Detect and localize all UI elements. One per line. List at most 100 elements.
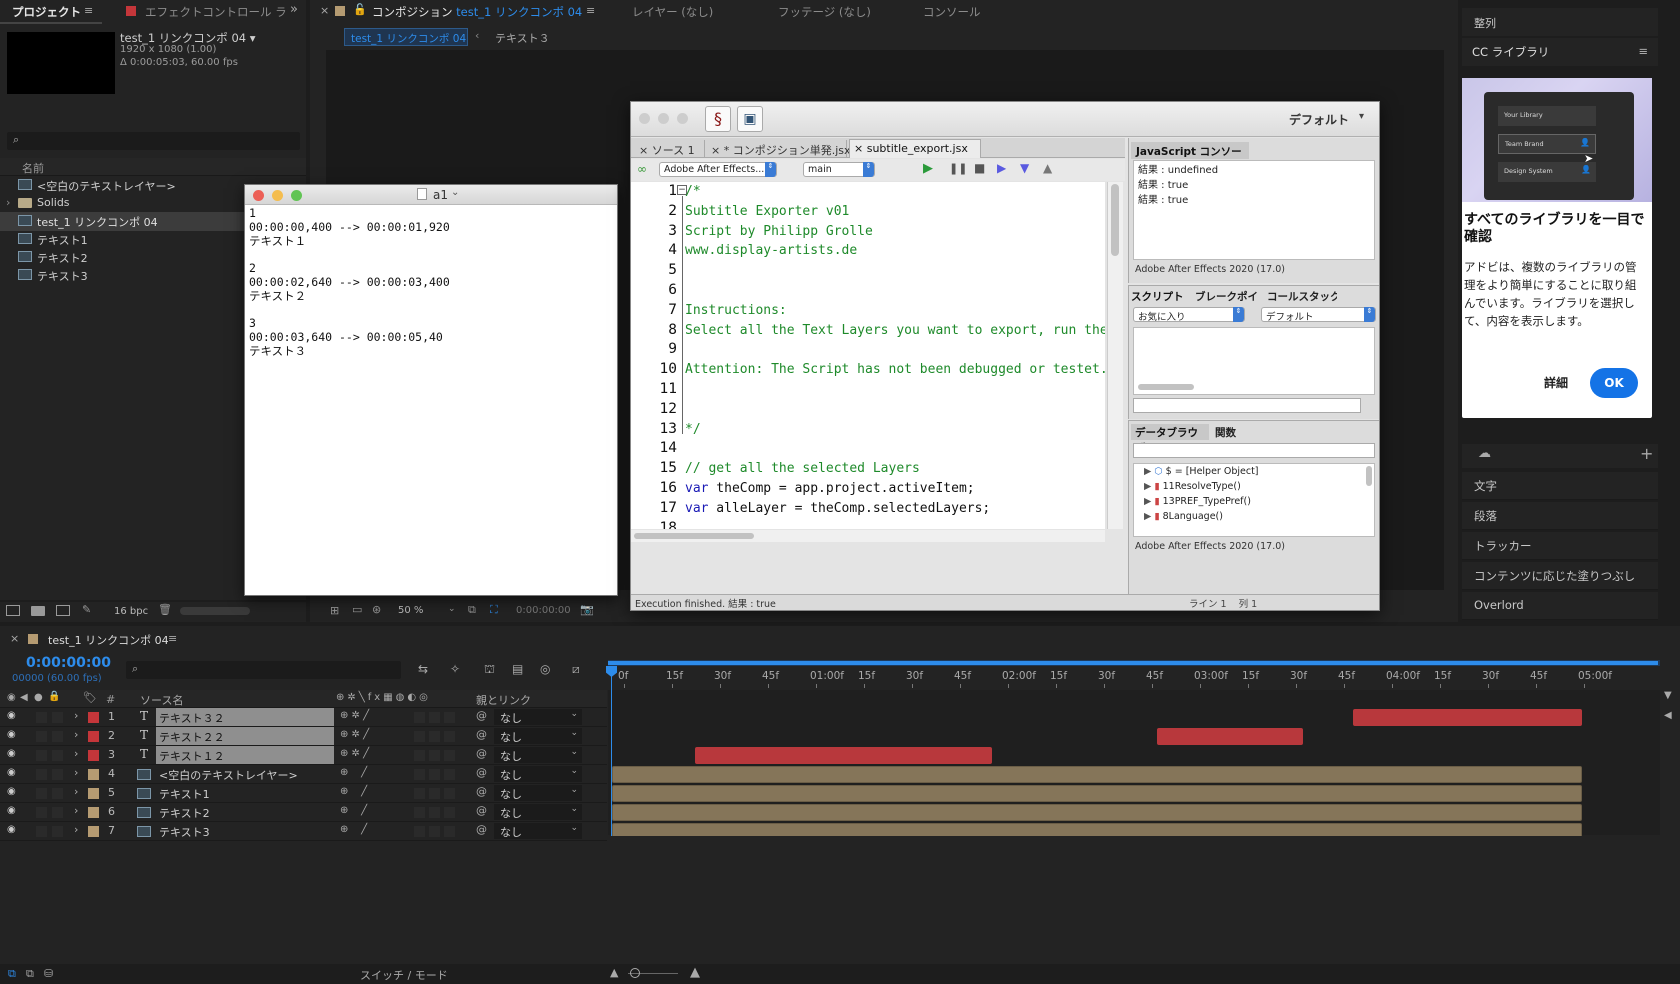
switch-icons[interactable]: ⊕ ✲ ╱ xyxy=(340,748,369,759)
frame-blend-icon[interactable]: ▤ xyxy=(512,662,523,676)
script-filter-input[interactable] xyxy=(1133,398,1361,413)
bpc-label[interactable]: 16 bpc xyxy=(114,606,148,617)
code-vscrollbar[interactable] xyxy=(1107,182,1123,529)
doc-tab-source1[interactable]: × ソース 1 xyxy=(635,140,705,158)
eye-icon[interactable]: ◉ xyxy=(7,692,16,703)
panel-tracker[interactable]: トラッカー xyxy=(1462,532,1658,560)
project-scrollbar[interactable] xyxy=(180,607,250,615)
monitor-icon[interactable]: ▭ xyxy=(352,603,362,616)
menu-icon[interactable]: ≡ xyxy=(1638,44,1648,58)
chevron-down-icon[interactable]: ⌄ xyxy=(451,187,459,198)
tab-project[interactable]: プロジェクト xyxy=(12,4,81,20)
chevron-right-icon[interactable]: › xyxy=(74,785,78,798)
layer-duration-bar[interactable] xyxy=(612,785,1582,802)
lock-toggle[interactable] xyxy=(52,788,63,799)
script-list[interactable] xyxy=(1133,327,1375,395)
solo-toggle[interactable] xyxy=(36,826,47,837)
layer-duration-bar[interactable] xyxy=(612,766,1582,783)
label-color-swatch[interactable] xyxy=(88,788,99,799)
zoom-window-button[interactable] xyxy=(677,113,688,124)
pickwhip-icon[interactable]: @ xyxy=(476,728,487,741)
mask-icon[interactable]: ⊛ xyxy=(372,603,381,616)
layer-row[interactable]: ◉ › 5 テキスト1 ⊕ ╱ @ なし ⌄ xyxy=(0,784,607,803)
shy-icon[interactable]: ⛫ xyxy=(484,662,495,678)
eye-icon[interactable]: ◉ xyxy=(7,805,16,816)
close-window-button[interactable] xyxy=(639,113,650,124)
menu-icon[interactable]: ≡ xyxy=(168,632,177,645)
pickwhip-icon[interactable]: @ xyxy=(476,766,487,779)
tree-item[interactable]: ▶ ▮ 8Language() xyxy=(1144,511,1223,522)
label-color-swatch[interactable] xyxy=(88,826,99,837)
parent-select[interactable]: なし ⌄ xyxy=(494,747,582,763)
project-search-input[interactable]: ⌕ xyxy=(7,132,300,150)
default-select[interactable]: デフォルト ⇕ xyxy=(1261,307,1376,323)
scroll-thumb[interactable] xyxy=(1138,384,1194,390)
pickwhip-icon[interactable]: @ xyxy=(476,747,487,760)
lock-icon[interactable]: 🔓 xyxy=(353,3,367,16)
tab-callstack[interactable]: コールスタック xyxy=(1267,289,1337,304)
triangle-right-icon[interactable]: ▶ xyxy=(1144,496,1151,507)
lock-toggle[interactable] xyxy=(52,712,63,723)
scroll-thumb[interactable] xyxy=(634,533,754,539)
comp-flowchart-icon[interactable]: ⇆ xyxy=(418,662,428,676)
layer-name[interactable]: テキスト３２ xyxy=(156,708,334,726)
new-comp-icon[interactable] xyxy=(56,605,70,616)
switch-boxes[interactable] xyxy=(414,712,458,723)
chevron-right-icon[interactable]: › xyxy=(74,804,78,817)
tab-footage[interactable]: フッテージ (なし) xyxy=(778,4,871,20)
current-timecode[interactable]: 0:00:00:00 xyxy=(26,655,111,671)
expand-panels-icon[interactable]: » xyxy=(290,2,298,17)
menu-icon[interactable]: ≡ xyxy=(586,4,595,17)
time-ruler[interactable]: 0f 15f 30f 45f 01:00f 15f 30f 45f 02:00f 15f 30f 45… xyxy=(608,660,1660,688)
layer-name[interactable]: テキスト２２ xyxy=(156,727,334,745)
layer-duration-bar[interactable] xyxy=(694,747,993,764)
column-source-name[interactable]: ソース名 xyxy=(140,692,183,708)
tab-script[interactable]: スクリプト xyxy=(1131,289,1184,304)
code-editor[interactable]: − 1/* 2 Subtitle Exporter v01 3 Script by … xyxy=(631,182,1105,529)
layer-name[interactable]: テキスト2 xyxy=(156,803,334,821)
triangle-right-icon[interactable]: ▶ xyxy=(1144,481,1151,492)
ok-button[interactable]: OK xyxy=(1590,368,1638,398)
chevron-right-icon[interactable]: › xyxy=(74,766,78,779)
step-out-icon[interactable]: ▲ xyxy=(1043,161,1052,175)
engine-select[interactable]: main ⇕ xyxy=(803,162,875,177)
layer-name[interactable]: <空白のテキストレイヤー> xyxy=(156,765,334,783)
solo-icon[interactable]: ● xyxy=(34,692,43,703)
cloud-icon[interactable]: ☁ xyxy=(1478,446,1491,461)
eye-icon[interactable]: ◉ xyxy=(7,748,16,759)
eye-icon[interactable]: ◉ xyxy=(7,710,16,721)
lock-toggle[interactable] xyxy=(52,731,63,742)
lock-toggle[interactable] xyxy=(52,750,63,761)
breadcrumb-item[interactable]: テキスト３ xyxy=(495,30,550,46)
label-color-swatch[interactable] xyxy=(88,712,99,723)
scroll-thumb[interactable] xyxy=(1366,466,1372,486)
breadcrumb-current[interactable]: test_1 リンクコンポ 04 xyxy=(344,28,468,46)
time-display[interactable]: 0:00:00:00 xyxy=(516,605,571,616)
eye-icon[interactable]: ◉ xyxy=(7,767,16,778)
zoom-slider-thumb[interactable] xyxy=(630,968,640,978)
pickwhip-icon[interactable]: @ xyxy=(476,785,487,798)
column-parent[interactable]: 親とリンク xyxy=(476,692,531,708)
window-titlebar[interactable]: a1 ⌄ xyxy=(245,185,617,205)
panel-overlord[interactable]: Overlord xyxy=(1462,592,1658,620)
target-app-select[interactable]: Adobe After Effects... ⇕ xyxy=(659,162,777,177)
step-over-icon[interactable]: ▶ xyxy=(997,161,1006,175)
pickwhip-icon[interactable]: @ xyxy=(476,823,487,836)
layer-row[interactable]: ◉ › 7 テキスト3 ⊕ ╱ @ なし ⌄ xyxy=(0,822,607,841)
tree-item[interactable]: ▶ ▮ 11ResolveType() xyxy=(1144,481,1241,492)
expand-icon[interactable]: ⧉ xyxy=(26,967,34,981)
workspace-select[interactable]: デフォルト xyxy=(1289,111,1349,128)
data-filter-input[interactable] xyxy=(1133,443,1375,458)
triangle-down-icon[interactable]: ▼ xyxy=(1664,690,1672,701)
parent-select[interactable]: なし ⌄ xyxy=(494,804,582,820)
transfer-controls-icon[interactable]: ⛁ xyxy=(44,967,53,980)
pickwhip-icon[interactable]: @ xyxy=(476,804,487,817)
align-panel-header[interactable]: 整列 xyxy=(1462,8,1658,36)
switch-icons[interactable]: ⊕ ╱ xyxy=(340,824,367,835)
switch-icons[interactable]: ⊕ ✲ ╱ xyxy=(340,710,369,721)
layer-row[interactable]: ◉ › 2 T テキスト２２ ⊕ ✲ ╱ @ なし ⌄ xyxy=(0,727,607,746)
favorites-select[interactable]: お気に入り ⇕ xyxy=(1133,307,1245,323)
switch-icons[interactable]: ⊕ ╱ xyxy=(340,805,367,816)
switch-boxes[interactable] xyxy=(414,826,458,837)
pickwhip-icon[interactable]: @ xyxy=(476,709,487,722)
